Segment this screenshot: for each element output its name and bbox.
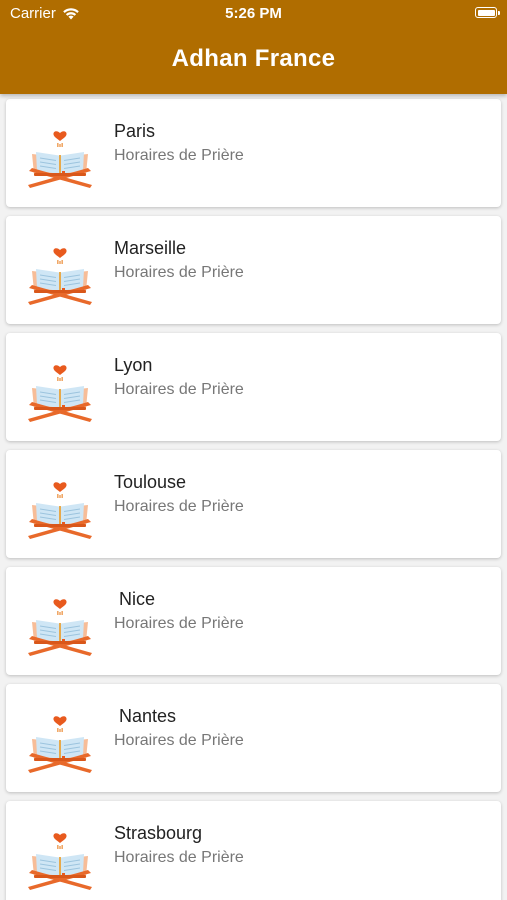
quran-stand-icon	[26, 706, 94, 776]
quran-stand-icon	[26, 238, 94, 308]
city-subtitle: Horaires de Prière	[114, 147, 244, 164]
city-name: Nantes	[114, 706, 177, 726]
city-subtitle: Horaires de Prière	[114, 498, 244, 515]
city-subtitle: Horaires de Prière	[114, 732, 244, 749]
city-name: Nice	[114, 589, 156, 609]
city-card[interactable]: Lyon Horaires de Prière	[6, 333, 501, 441]
quran-stand-icon	[26, 121, 94, 191]
quran-stand-icon	[26, 355, 94, 425]
city-subtitle: Horaires de Prière	[114, 615, 244, 632]
battery-icon	[475, 7, 500, 18]
city-name: Lyon	[114, 355, 153, 375]
quran-stand-icon	[26, 472, 94, 542]
city-card[interactable]: Marseille Horaires de Prière	[6, 216, 501, 324]
city-card[interactable]: Nice Horaires de Prière	[6, 567, 501, 675]
city-subtitle: Horaires de Prière	[114, 849, 244, 866]
city-name: Paris	[114, 121, 156, 141]
quran-stand-icon	[26, 823, 94, 893]
city-subtitle: Horaires de Prière	[114, 264, 244, 281]
city-name: Marseille	[114, 238, 187, 258]
status-bar: Carrier 5:26 PM	[0, 0, 507, 28]
status-time: 5:26 PM	[225, 5, 282, 22]
page-title: Adhan France	[171, 45, 336, 72]
city-list: Paris Horaires de Prière Marseille Horaire…	[0, 94, 507, 900]
city-card[interactable]: Toulouse Horaires de Prière	[6, 450, 501, 558]
city-subtitle: Horaires de Prière	[114, 381, 244, 398]
quran-stand-icon	[26, 589, 94, 659]
city-name: Toulouse	[114, 472, 187, 492]
city-card[interactable]: Nantes Horaires de Prière	[6, 684, 501, 792]
city-card[interactable]: Paris Horaires de Prière	[6, 99, 501, 207]
city-name: Strasbourg	[114, 823, 203, 843]
city-card[interactable]: Strasbourg Horaires de Prière	[6, 801, 501, 900]
app-header: Carrier 5:26 PM Adhan France	[0, 0, 507, 94]
